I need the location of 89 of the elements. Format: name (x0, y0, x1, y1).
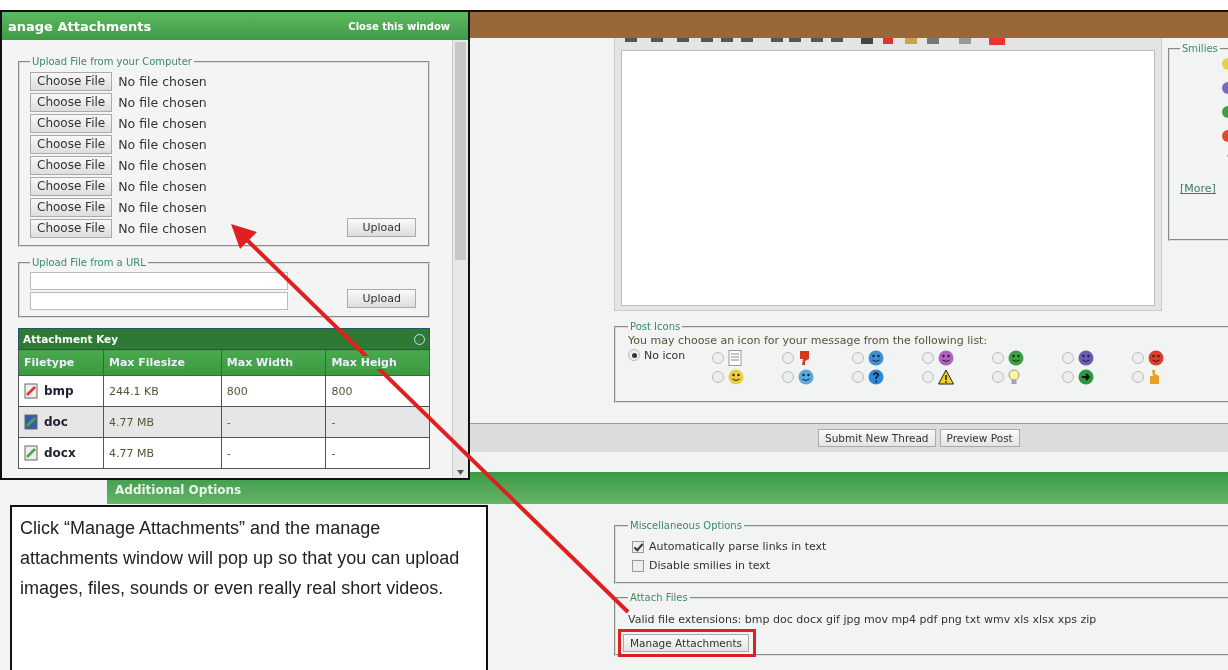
panel-legend: Attach Files (628, 592, 690, 603)
radio-button[interactable] (782, 370, 794, 383)
scrollbar[interactable] (452, 40, 468, 478)
smiley-icon (728, 368, 744, 385)
smiley-icon (938, 349, 954, 366)
choose-file-button[interactable]: Choose File (30, 198, 113, 217)
url-field[interactable] (30, 292, 288, 310)
radio-button[interactable] (992, 370, 1004, 383)
table-cell: - (221, 406, 326, 438)
manage-attachments-button[interactable]: Manage Attachments (623, 634, 750, 652)
radio-button[interactable] (782, 351, 794, 364)
radio-button[interactable] (628, 349, 640, 361)
file-status: No file chosen (118, 221, 207, 236)
choose-file-button[interactable]: Choose File (30, 114, 113, 133)
section-title: Additional Options (115, 483, 242, 497)
filetype-label: doc (44, 415, 68, 429)
smiley-icon (798, 368, 814, 385)
table-cell: 4.77 MB (103, 406, 222, 438)
file-icon (24, 414, 39, 430)
file-status: No file chosen (118, 158, 207, 173)
file-icon (24, 383, 39, 399)
choose-file-button[interactable]: Choose File (30, 177, 113, 196)
radio-button[interactable] (852, 370, 864, 383)
thumb-down-icon (798, 349, 812, 366)
table-cell: - (221, 437, 326, 469)
radio-button[interactable] (1062, 351, 1074, 364)
panel-legend: Upload File from your Computer (30, 56, 194, 67)
table-cell: 244.1 KB (103, 375, 222, 407)
extensions-text: Valid file extensions: bmp doc docx gif jpg mov mp4 pdf png txt wmv xls xlsx xps zip (628, 613, 1097, 626)
smiley-icon (868, 349, 884, 366)
panel-legend: Smilies (1180, 43, 1220, 54)
radio-button[interactable] (922, 351, 934, 364)
checkbox[interactable] (632, 559, 644, 572)
submit-button[interactable]: Preview Post (939, 429, 1020, 447)
checkbox-label: Automatically parse links in text (649, 540, 827, 553)
table-title: Attachment Key (18, 328, 430, 350)
table-cell: 4.77 MB (103, 437, 222, 469)
scroll-down-icon[interactable] (457, 470, 464, 475)
arrow-right-icon (1078, 368, 1094, 385)
radio-button[interactable] (852, 351, 864, 364)
column-header: Filetype (18, 349, 104, 376)
file-status: No file chosen (118, 74, 207, 89)
radio-button[interactable] (1132, 370, 1144, 383)
choose-file-button[interactable]: Choose File (30, 219, 113, 238)
radio-button[interactable] (922, 370, 934, 383)
radio-button[interactable] (712, 351, 724, 364)
panel-legend: Miscellaneous Options (628, 520, 744, 531)
upload-button[interactable]: Upload (347, 289, 416, 308)
upload-button[interactable]: Upload (347, 218, 416, 237)
question-icon (868, 368, 884, 385)
file-status: No file chosen (118, 179, 207, 194)
panel-legend: Post Icons (628, 321, 683, 332)
column-header: Max Width (221, 349, 326, 376)
smiley-icon (1078, 349, 1094, 366)
checkbox[interactable] (632, 540, 644, 553)
smiley-icon (1148, 349, 1164, 366)
choose-file-button[interactable]: Choose File (30, 135, 113, 154)
panel-legend: Upload File from a URL (30, 257, 148, 268)
more-link[interactable]: [More] (1180, 182, 1216, 195)
radio-button[interactable] (712, 370, 724, 383)
file-icon (24, 445, 39, 461)
callout-text: Click “Manage Attachments” and the manage attachments window will pop up so that you can upload images, files, sounds or even really real short videos. (20, 517, 461, 600)
lightbulb-icon (1008, 368, 1020, 385)
submit-button[interactable]: Submit New Thread (818, 429, 936, 447)
warning-icon (938, 368, 954, 385)
choose-file-button[interactable]: Choose File (30, 72, 113, 91)
post-icons-prompt: You may choose an icon for your message from the following list: (628, 334, 989, 347)
file-status: No file chosen (118, 200, 207, 215)
filetype-label: bmp (44, 384, 74, 398)
column-header: Max Filesize (103, 349, 222, 376)
file-status: No file chosen (118, 116, 207, 131)
table-cell: - (325, 437, 430, 469)
file-status: No file chosen (118, 137, 207, 152)
table-cell: - (325, 406, 430, 438)
url-field[interactable] (30, 272, 288, 290)
file-status: No file chosen (118, 95, 207, 110)
radio-button[interactable] (1062, 370, 1074, 383)
table-cell: 800 (221, 375, 326, 407)
choose-file-button[interactable]: Choose File (30, 156, 113, 175)
thumb-up-icon (1148, 368, 1162, 385)
window-title: anage Attachments (8, 18, 152, 34)
radio-button[interactable] (1132, 351, 1144, 364)
radio-button[interactable] (992, 351, 1004, 364)
smiley-icon (1008, 349, 1024, 366)
radio-label: No icon (644, 349, 686, 362)
checkbox-label: Disable smilies in text (649, 559, 771, 572)
choose-file-button[interactable]: Choose File (30, 93, 113, 112)
filetype-label: docx (44, 446, 76, 460)
document-icon (728, 349, 742, 366)
